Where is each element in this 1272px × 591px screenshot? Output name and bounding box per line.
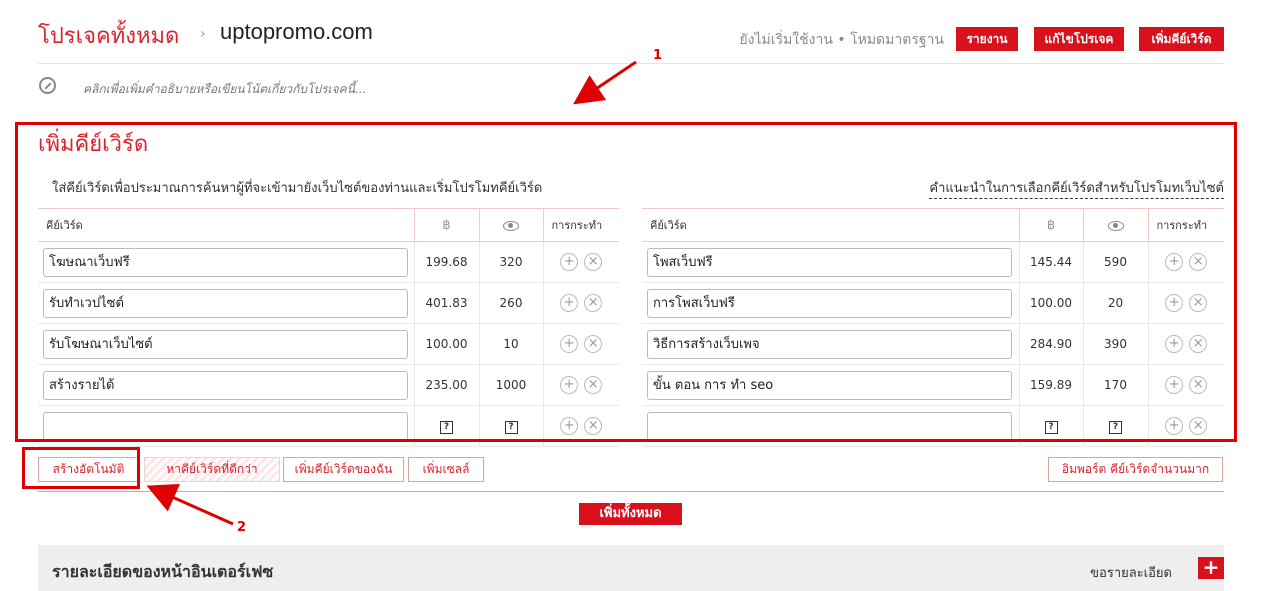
annotation-arrow-2 [146,484,234,526]
annotation-arrows [146,60,637,526]
annotation-arrow-1 [573,60,637,105]
